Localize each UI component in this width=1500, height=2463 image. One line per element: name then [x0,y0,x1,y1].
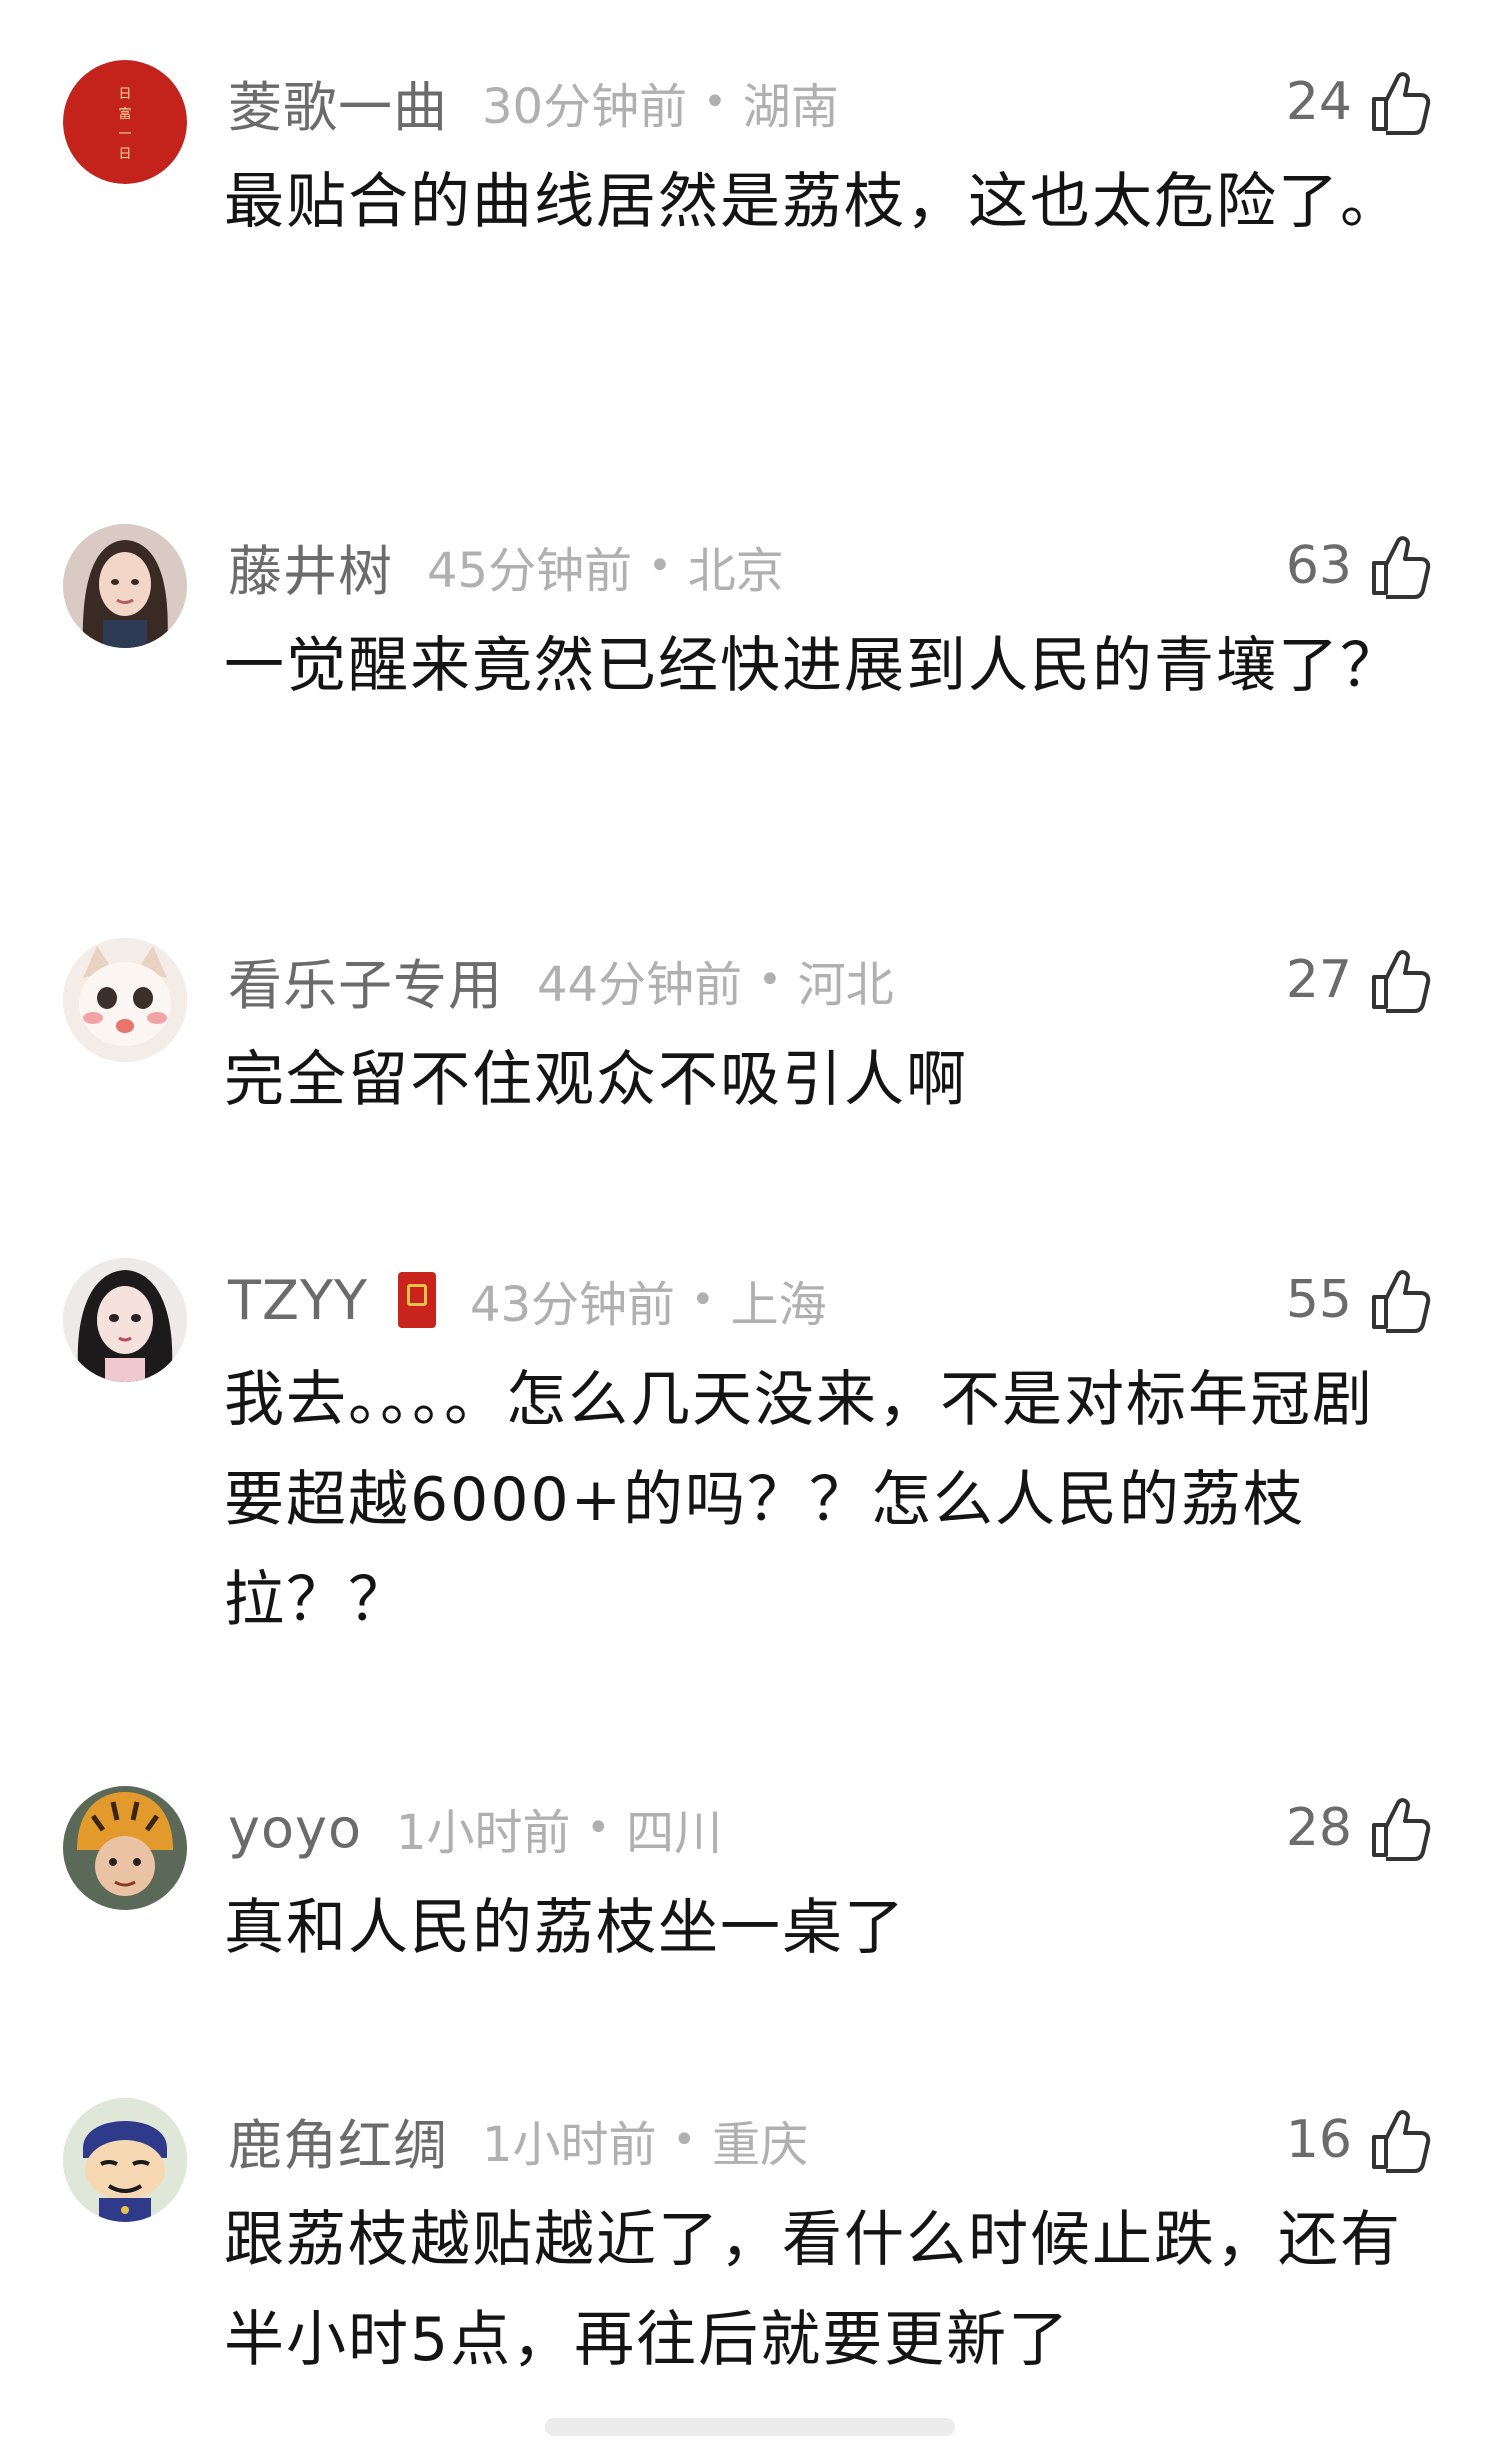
comment-text: 最贴合的曲线居然是荔枝，这也太危险了。 [224,167,1402,237]
comment-time: 43分钟前 [469,1277,676,1333]
comment-region: 河北 [797,957,894,1013]
comment-region: 重庆 [712,2117,809,2173]
comment-meta: yoyo 1小时前 • 四川 [228,1794,722,1862]
like-button[interactable]: 27 [1286,946,1434,1014]
separator-dot: • [758,957,782,1003]
username[interactable]: 菱歌一曲 [228,63,448,142]
comment-text: 完全留不住观众不吸引人啊 [224,1045,968,1115]
like-count: 28 [1285,1798,1352,1858]
red-seal-avatar-icon: 日 富 一 日 [63,60,187,184]
comment-meta: TZYY 43分钟前 • 上海 [228,1266,827,1334]
separator-dot: • [691,1277,715,1323]
kitten-avatar-icon [63,938,187,1062]
like-count: 24 [1285,72,1352,132]
comment-time: 45分钟前 [427,543,633,599]
like-button[interactable]: 24 [1286,68,1434,136]
username[interactable]: TZYY [228,1269,368,1332]
cartoon-boy-avatar-icon [63,2098,187,2222]
svg-text:日: 日 [118,147,131,162]
comment-meta: 鹿角红绸 1小时前 • 重庆 [228,2106,809,2177]
avatar[interactable] [63,524,187,648]
comment-time: 1小时前 [482,2117,657,2173]
girl-portrait-avatar-icon [63,524,187,648]
avatar[interactable] [63,2098,187,2222]
comment-meta: 菱歌一曲 30分钟前 • 湖南 [228,68,839,139]
comment-time: 44分钟前 [537,957,743,1013]
comment-region: 上海 [730,1277,827,1333]
red-book-badge-icon [397,1272,436,1328]
comment-region: 北京 [687,543,784,599]
comment-meta: 藤井树 45分钟前 • 北京 [228,532,784,603]
home-indicator[interactable] [545,2418,955,2436]
comment-text: 一觉醒来竟然已经快进展到人民的青壤了？ [224,631,1402,701]
thumbs-up-icon[interactable] [1368,1795,1434,1861]
thumbs-up-icon[interactable] [1368,533,1434,599]
comment-text: 真和人民的荔枝坐一桌了 [224,1893,906,1963]
avatar[interactable] [63,938,187,1062]
illustrated-girl-avatar-icon [63,1258,187,1382]
thumbs-up-icon[interactable] [1368,69,1434,135]
like-count: 27 [1285,950,1352,1010]
separator-dot: • [703,79,727,125]
svg-text:日: 日 [118,87,131,102]
separator-dot: • [586,1805,611,1851]
username[interactable]: 看乐子专用 [228,941,503,1020]
comment-region: 湖南 [742,79,839,135]
like-button[interactable]: 63 [1286,532,1434,600]
comment-time: 1小时前 [396,1805,571,1861]
like-count: 16 [1285,2110,1352,2170]
thumbs-up-icon[interactable] [1368,1267,1434,1333]
like-count: 55 [1285,1270,1352,1330]
avatar[interactable]: 日 富 一 日 [63,60,187,184]
like-button[interactable]: 16 [1286,2106,1434,2174]
tiger-hat-avatar-icon [63,1786,187,1910]
like-count: 63 [1285,536,1352,596]
avatar[interactable] [63,1786,187,1910]
svg-text:富: 富 [118,106,131,122]
separator-dot: • [672,2117,697,2163]
comment-region: 四川 [626,1805,723,1861]
avatar[interactable] [63,1258,187,1382]
comment-list: 日 富 一 日 菱歌一曲 30分钟前 • 湖南 24 最贴合的曲线居然是荔枝，这… [0,0,1500,2463]
username[interactable]: 藤井树 [228,527,393,606]
like-button[interactable]: 28 [1286,1794,1434,1862]
comment-text: 我去。。。。怎么几天没来，不是对标年冠剧要超越6000+的吗？？怎么人民的荔枝拉… [224,1365,1374,1635]
like-button[interactable]: 55 [1286,1266,1434,1334]
svg-text:一: 一 [118,127,131,142]
username[interactable]: yoyo [228,1797,362,1860]
thumbs-up-icon[interactable] [1368,2107,1434,2173]
separator-dot: • [648,543,672,589]
comment-time: 30分钟前 [482,79,688,135]
username[interactable]: 鹿角红绸 [228,2101,448,2180]
comment-text: 跟荔枝越贴越近了，看什么时候止跌，还有半小时5点，再往后就要更新了 [224,2205,1402,2375]
comment-meta: 看乐子专用 44分钟前 • 河北 [228,946,894,1017]
thumbs-up-icon[interactable] [1368,947,1434,1013]
